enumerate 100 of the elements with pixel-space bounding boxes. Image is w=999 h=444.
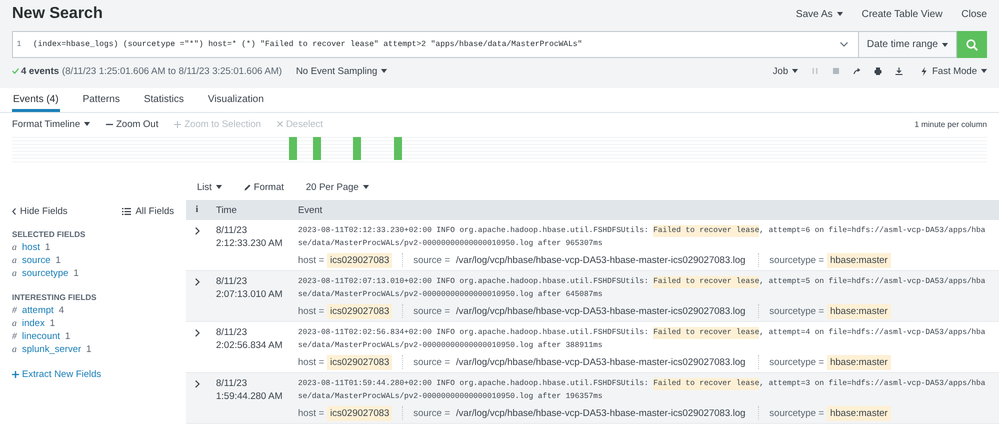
download-button[interactable] xyxy=(895,67,904,75)
column-header: Event xyxy=(297,204,324,216)
field-link[interactable]: source xyxy=(22,255,51,266)
share-button[interactable] xyxy=(853,67,862,75)
field-count: 1 xyxy=(50,318,56,329)
lightning-icon xyxy=(921,66,928,76)
dropdown-menu[interactable]: List xyxy=(197,182,222,192)
field-value[interactable]: /var/log/vcp/hbase/hbase-vcp-DA53-hbase-master-ics029027083.log xyxy=(453,252,748,268)
stop-icon xyxy=(832,67,840,75)
format-button[interactable]: Format xyxy=(244,182,284,192)
event-count: 4 events xyxy=(21,66,60,76)
field-name: host = xyxy=(298,306,324,316)
field-count: 1 xyxy=(65,331,70,342)
hide-fields-button[interactable]: Hide Fields xyxy=(12,206,68,217)
expand-button[interactable] xyxy=(194,329,200,337)
extract-fields-link[interactable]: Extract New Fields xyxy=(12,369,102,380)
field-name: host = xyxy=(298,254,324,266)
list-icon xyxy=(122,208,132,215)
expand-button[interactable] xyxy=(194,380,200,388)
field-value[interactable]: ics029027083 xyxy=(327,304,392,318)
field-link[interactable]: host xyxy=(22,242,40,253)
field-count: 1 xyxy=(56,255,61,266)
field-link[interactable]: index xyxy=(22,318,45,329)
zoom-out-button[interactable]: Zoom Out xyxy=(106,118,158,130)
field-link[interactable]: splunk_server xyxy=(22,344,82,355)
field-name: host = xyxy=(298,356,324,368)
chevron-right-icon xyxy=(194,227,200,235)
caret-icon xyxy=(381,69,388,73)
field-value[interactable]: hbase:master xyxy=(827,406,891,420)
field-name: sourcetype = xyxy=(769,306,824,316)
close-icon xyxy=(276,121,283,127)
field-name: sourcetype = xyxy=(769,356,824,368)
field-value[interactable]: hbase:master xyxy=(827,304,891,318)
tab[interactable]: Visualization xyxy=(206,88,265,112)
field-count: 1 xyxy=(44,242,50,253)
field-type: a xyxy=(12,256,18,266)
field-name: source = xyxy=(413,408,450,418)
dropdown-menu[interactable]: 20 Per Page xyxy=(306,182,369,192)
section-heading: SELECTED FIELDS xyxy=(12,230,86,239)
expand-button[interactable] xyxy=(194,278,200,286)
all-fields-button[interactable]: All Fields xyxy=(122,206,174,217)
check-icon xyxy=(12,68,19,74)
caret-icon xyxy=(836,12,843,16)
header-button[interactable]: Save As xyxy=(796,8,843,20)
caret-icon xyxy=(942,42,948,46)
expand-button[interactable] xyxy=(194,227,200,235)
print-button[interactable] xyxy=(874,67,882,75)
field-value[interactable]: hbase:master xyxy=(827,354,891,370)
search-icon xyxy=(966,38,978,50)
field-type: a xyxy=(12,319,18,329)
field-link[interactable]: sourcetype xyxy=(22,268,68,279)
field-value[interactable]: ics029027083 xyxy=(327,252,392,268)
field-name: source = xyxy=(413,306,450,316)
chevron-right-icon xyxy=(194,278,200,286)
field-value[interactable]: ics029027083 xyxy=(327,406,392,420)
print-icon xyxy=(874,67,882,75)
sampling-menu[interactable]: No Event Sampling xyxy=(296,66,388,76)
header-button[interactable]: Create Table View xyxy=(862,8,942,20)
caret-icon xyxy=(362,185,369,189)
field-value[interactable]: /var/log/vcp/hbase/hbase-vcp-DA53-hbase-master-ics029027083.log xyxy=(453,406,748,420)
event-time: 1:59:44.280 AM xyxy=(216,390,284,403)
field-value[interactable]: /var/log/vcp/hbase/hbase-vcp-DA53-hbase-master-ics029027083.log xyxy=(453,304,748,318)
field-value[interactable]: /var/log/vcp/hbase/hbase-vcp-DA53-hbase-master-ics029027083.log xyxy=(453,354,748,370)
field-name: host = xyxy=(298,408,324,418)
timeline-menu[interactable]: Format Timeline xyxy=(12,118,90,130)
field-name: sourcetype = xyxy=(769,408,824,418)
job-menu[interactable]: Job xyxy=(772,66,798,76)
field-type: # xyxy=(12,306,18,316)
event-time: 2:12:33.230 AM xyxy=(216,237,284,250)
chevron-down-icon xyxy=(840,42,848,47)
field-link[interactable]: attempt xyxy=(22,305,54,316)
download-icon xyxy=(895,67,904,75)
tab[interactable]: Events (4) xyxy=(12,88,60,112)
field-count: 1 xyxy=(86,344,92,355)
caret-icon xyxy=(84,122,90,126)
plus-icon xyxy=(174,120,182,128)
field-name: sourcetype = xyxy=(769,254,824,266)
field-type: a xyxy=(12,345,18,355)
column-header: Time xyxy=(215,204,238,216)
event-date: 8/11/23 xyxy=(216,326,248,339)
chevron-right-icon xyxy=(194,380,200,388)
tab[interactable]: Statistics xyxy=(142,88,185,112)
scale-label: 1 minute per column xyxy=(914,120,987,128)
field-link[interactable]: linecount xyxy=(22,331,60,342)
field-value[interactable]: ics029027083 xyxy=(327,354,392,370)
field-value[interactable]: hbase:master xyxy=(827,252,891,268)
caret-icon xyxy=(216,185,222,189)
event-date: 8/11/23 xyxy=(216,275,248,288)
search-mode-menu[interactable]: Fast Mode xyxy=(921,66,987,76)
caret-icon xyxy=(981,69,987,73)
share-icon xyxy=(853,67,862,75)
header-button[interactable]: Close xyxy=(961,8,987,20)
tab[interactable]: Patterns xyxy=(82,88,121,112)
chevron-right-icon xyxy=(194,329,200,337)
chevron-left-icon xyxy=(12,208,16,215)
time-range-picker[interactable]: Date time range xyxy=(858,31,957,58)
field-name: source = xyxy=(413,254,450,266)
field-name: source = xyxy=(413,356,450,368)
event-date: 8/11/23 xyxy=(216,224,248,237)
event-time: 2:07:13.010 AM xyxy=(216,288,284,301)
